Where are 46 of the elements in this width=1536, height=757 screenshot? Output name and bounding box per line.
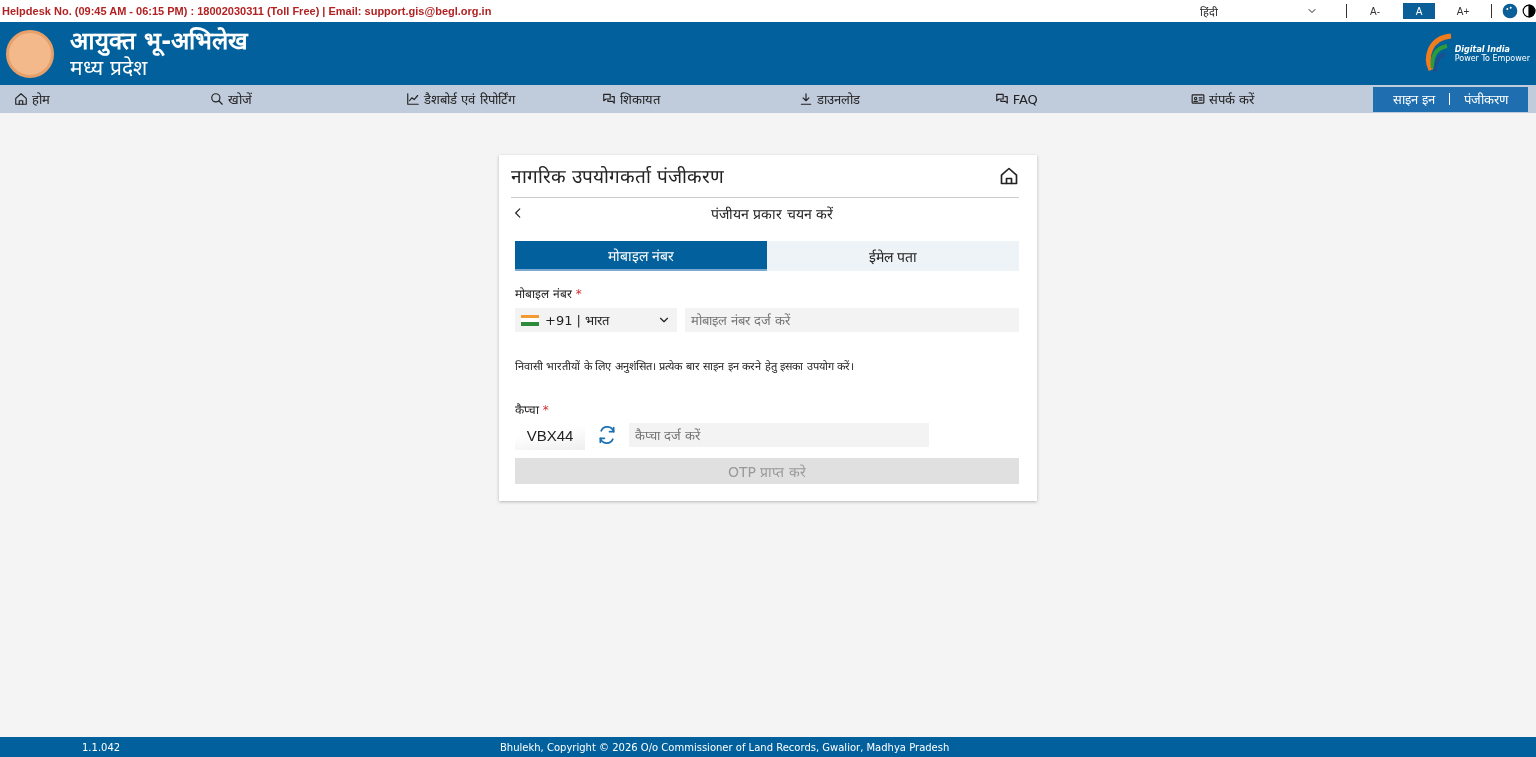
palette-icon: [1502, 3, 1518, 19]
font-size-button[interactable]: A-: [1359, 3, 1391, 19]
line-chart-icon: [406, 92, 421, 106]
chat-bubbles-icon: [602, 92, 617, 106]
logo-tagline: Power To Empower: [1454, 53, 1530, 63]
field-label: मोबाइल नंबर: [515, 287, 572, 301]
registration-tab[interactable]: मोबाइल नंबर: [515, 241, 767, 271]
helpdesk-info: Helpdesk No. (09:45 AM - 06:15 PM) : 18002030311 (Toll Free) | Email: support.gis@begl.org.in: [2, 5, 492, 17]
country-code-select[interactable]: +91 | भारत: [515, 308, 677, 332]
card-subtitle: पंजीयन प्रकार चयन करें: [709, 204, 835, 223]
nav-link[interactable]: होम: [0, 89, 197, 109]
auth-link[interactable]: पंजीकरण: [1450, 90, 1522, 108]
card-title: नागरिक उपयोगकर्ता पंजीकरण: [511, 164, 725, 189]
contrast-icon: [1522, 4, 1536, 18]
site-title: आयुक्त भू-अभिलेख: [70, 26, 249, 55]
refresh-icon: [597, 425, 617, 445]
nav-link[interactable]: डाउनलोड: [784, 89, 981, 109]
contact-card-icon: [1190, 92, 1205, 106]
flag-icon: [521, 314, 539, 326]
search-icon: [210, 92, 225, 106]
refresh-button[interactable]: [597, 425, 617, 445]
nav-link[interactable]: FAQ: [980, 90, 1177, 108]
copyright-text: Bhulekh, Copyright © 2026 O/o Commissioner of Land Records, Gwalior, Madhya Pradesh: [500, 741, 950, 753]
font-size-button[interactable]: A+: [1447, 3, 1479, 19]
nav-link[interactable]: डैशबोर्ड एवं रिपोर्टिंग: [392, 89, 589, 109]
home-button[interactable]: [999, 166, 1019, 186]
nav-link[interactable]: संपर्क करें: [1176, 89, 1373, 109]
required-asterisk: *: [542, 403, 549, 417]
nav-link[interactable]: खोजें: [196, 89, 393, 109]
version-text: 1.1.042: [82, 741, 121, 753]
field-label: कैप्चा: [515, 403, 539, 417]
required-asterisk: *: [575, 287, 582, 301]
registration-tab[interactable]: ईमेल पता: [767, 241, 1019, 271]
font-size-button[interactable]: A: [1403, 3, 1435, 19]
logo-title: Digital India: [1454, 44, 1510, 54]
mobile-input[interactable]: मोबाइल नंबर दर्ज करें: [685, 308, 1019, 332]
captcha-input[interactable]: कैप्चा दर्ज करें: [629, 423, 929, 447]
info-note: निवासी भारतीयों के लिए अनुशंसित। प्रत्येक बार साइन इन करने हेतु इसका उपयोग करें।: [515, 359, 856, 373]
home-icon: [14, 92, 28, 106]
emblem-logo: [6, 29, 54, 78]
site-subtitle: मध्य प्रदेश: [70, 55, 148, 81]
home-icon: [999, 166, 1019, 186]
auth-link[interactable]: साइन इन: [1378, 90, 1449, 108]
download-icon: [798, 92, 813, 106]
chat-bubbles-icon: [994, 92, 1009, 106]
nav-link[interactable]: शिकायत: [588, 89, 785, 109]
